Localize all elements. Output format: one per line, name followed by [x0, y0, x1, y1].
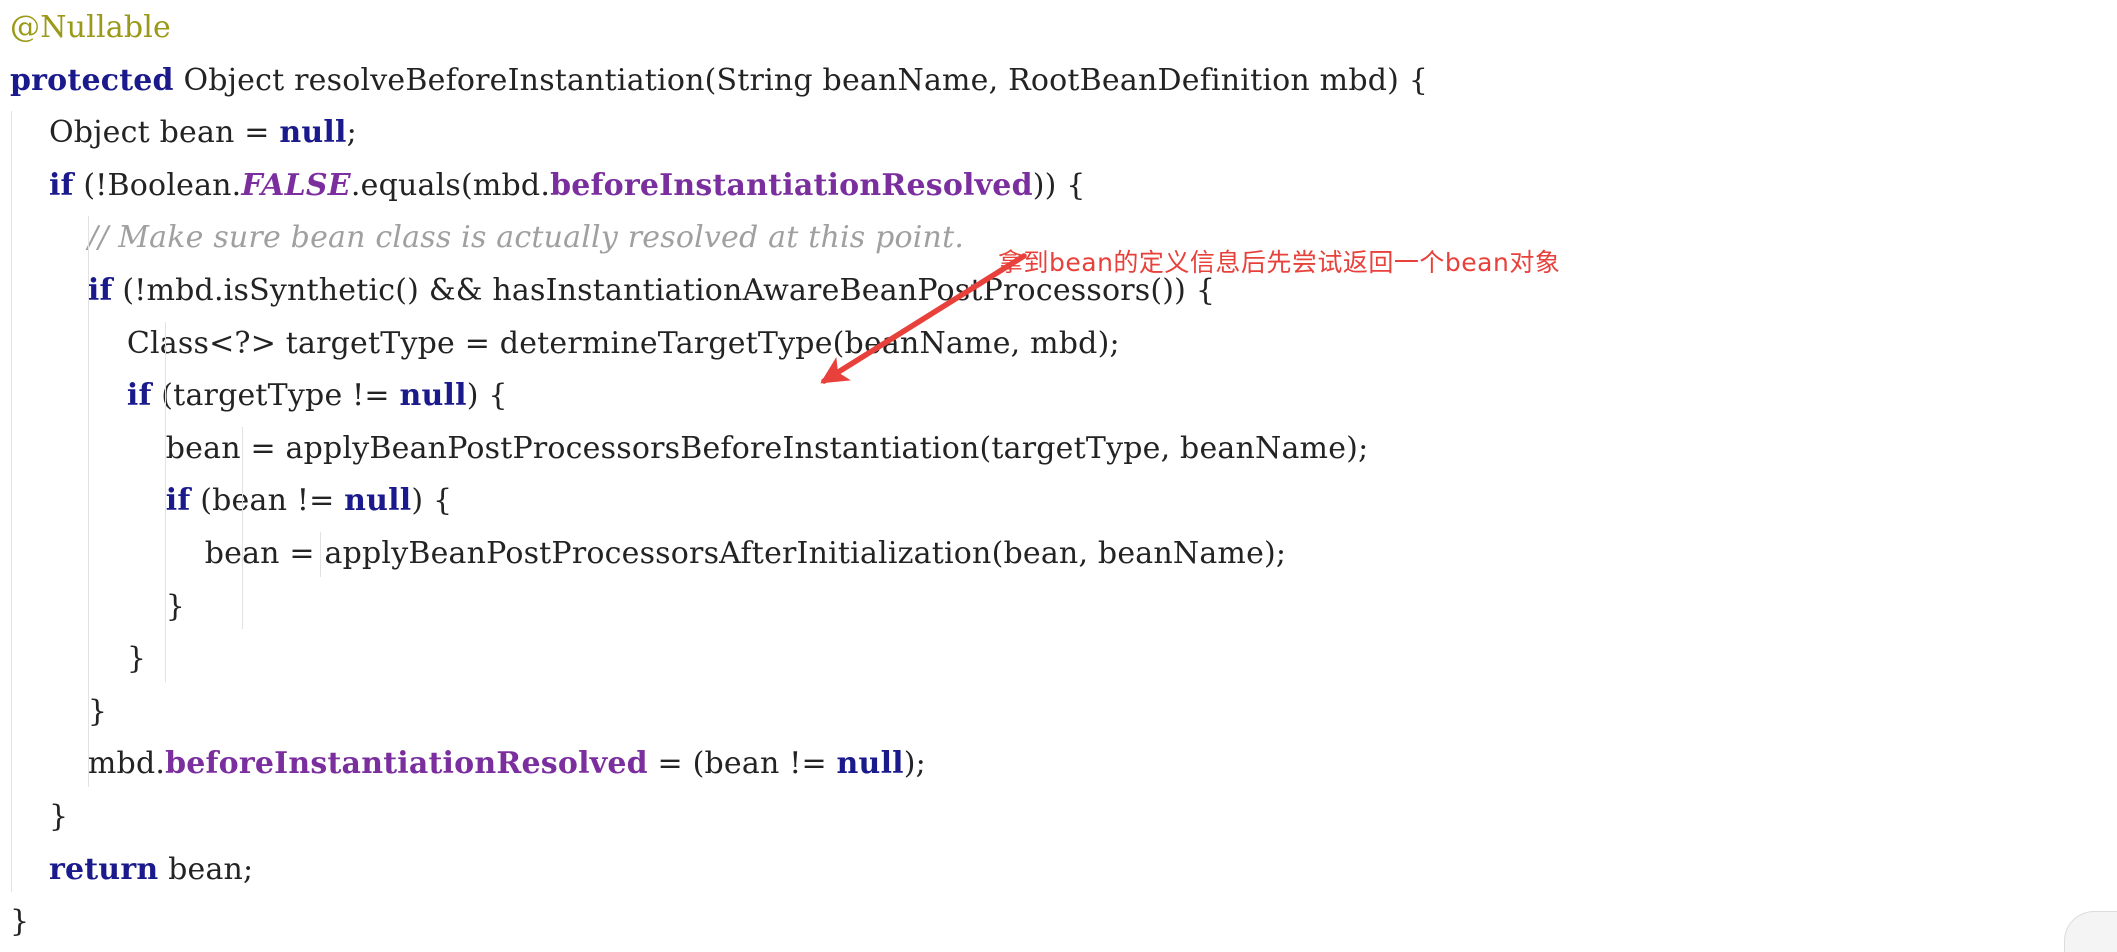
code-token-keyword: if [165, 483, 191, 519]
code-line[interactable]: return bean; [10, 844, 2117, 897]
code-token-plain: (!Boolean. [73, 167, 242, 203]
code-token-plain: } [165, 588, 186, 624]
code-token-plain: ; [346, 115, 357, 151]
code-token-plain: bean = applyBeanPostProcessorsBeforeInst… [165, 430, 1369, 466]
indent-guide [88, 216, 90, 787]
code-token-plain: } [87, 693, 108, 729]
code-line[interactable]: protected Object resolveBeforeInstantiat… [10, 55, 2117, 108]
code-line[interactable]: if (bean != null) { [10, 475, 2117, 528]
code-token-literal: null [399, 378, 467, 414]
code-token-constant: FALSE [241, 167, 351, 203]
code-token-plain: Object bean = [48, 115, 280, 151]
code-token-keyword: protected [10, 62, 174, 98]
code-line[interactable]: mbd.beforeInstantiationResolved = (bean … [10, 738, 2117, 791]
code-line[interactable]: } [10, 791, 2117, 844]
code-snippet-screenshot: @Nullable protected Object resolveBeforeI… [0, 0, 2117, 952]
code-token-literal: null [836, 746, 904, 782]
indent-guide [319, 532, 321, 577]
code-token-plain: ) { [411, 483, 453, 519]
annotation-note-text: 拿到bean的定义信息后先尝试返回一个bean对象 [998, 248, 1561, 277]
code-line[interactable]: } [10, 896, 2117, 949]
code-viewer[interactable]: @Nullable protected Object resolveBeforeI… [0, 0, 2117, 952]
code-token-plain: (bean != [190, 483, 345, 519]
code-line[interactable]: bean = applyBeanPostProcessorsAfterIniti… [10, 528, 2117, 581]
code-token-annotation: @Nullable [10, 10, 171, 45]
indent-guide [165, 321, 167, 682]
code-token-plain: bean; [158, 851, 254, 887]
code-token-plain: = (bean != [647, 746, 837, 782]
code-token-plain: } [10, 904, 30, 940]
code-token-plain: (targetType != [151, 378, 400, 414]
code-token-keyword: return [48, 851, 159, 887]
code-line[interactable]: } [10, 686, 2117, 739]
code-token-field: beforeInstantiationResolved [550, 167, 1033, 203]
code-token-comment: // Make sure bean class is actually reso… [87, 220, 965, 256]
code-token-plain: ) { [466, 378, 508, 414]
code-token-literal: null [279, 115, 347, 151]
code-line[interactable]: } [10, 581, 2117, 634]
code-line[interactable]: if (targetType != null) { [10, 370, 2117, 423]
indent-guide [242, 426, 244, 630]
code-token-field: beforeInstantiationResolved [165, 746, 648, 782]
code-token-plain: Class<?> targetType = determineTargetTyp… [126, 325, 1120, 361]
code-token-plain: ); [903, 746, 926, 782]
code-line[interactable]: Object bean = null; [10, 107, 2117, 160]
code-token-plain: bean = applyBeanPostProcessorsAfterIniti… [204, 535, 1287, 571]
code-token-literal: null [344, 483, 412, 519]
code-token-plain: Object resolveBeforeInstantiation(String… [173, 62, 1429, 98]
code-token-keyword: if [126, 378, 152, 414]
code-line[interactable]: bean = applyBeanPostProcessorsBeforeInst… [10, 423, 2117, 476]
code-token-plain: .equals(mbd. [350, 167, 551, 203]
code-line[interactable]: } [10, 633, 2117, 686]
indent-guide [11, 111, 12, 893]
code-line[interactable]: @Nullable [10, 2, 2117, 55]
code-token-keyword: if [48, 167, 74, 203]
code-token-plain: )) { [1032, 167, 1086, 203]
code-token-keyword: if [87, 272, 113, 308]
code-token-plain: } [126, 641, 147, 677]
code-line[interactable]: Class<?> targetType = determineTargetTyp… [10, 318, 2117, 371]
code-token-plain: } [48, 798, 69, 834]
code-line[interactable]: if (!Boolean.FALSE.equals(mbd.beforeInst… [10, 160, 2117, 213]
code-token-plain: mbd. [87, 746, 166, 782]
